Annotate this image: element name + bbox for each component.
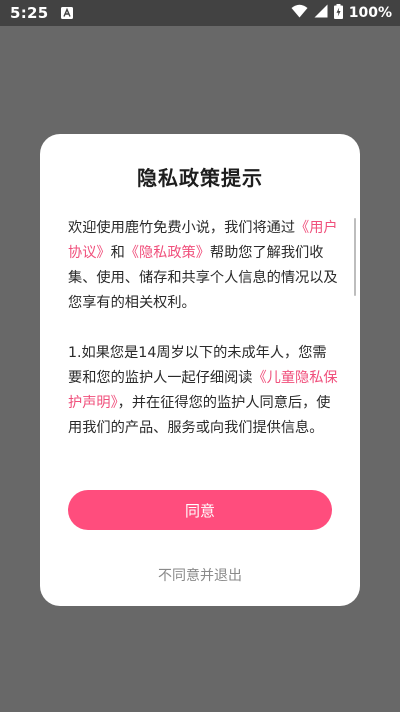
dialog-scrollbar[interactable] [354,218,356,296]
status-icons: 100% [291,3,392,23]
signal-icon [314,4,328,22]
wifi-icon [291,4,308,22]
agree-button[interactable]: 同意 [68,490,332,530]
battery-percent: 100% [348,5,392,21]
battery-charging-icon [333,3,343,23]
dialog-body[interactable]: 欢迎使用鹿竹免费小说，我们将通过《用户协议》和《隐私政策》帮助您了解我们收集、使… [68,216,338,472]
notification-a-icon [60,7,73,19]
paragraph-text: 和 [110,245,125,261]
status-time: 5:25 [10,4,49,22]
privacy-dialog: 隐私政策提示 欢迎使用鹿竹免费小说，我们将通过《用户协议》和《隐私政策》帮助您了… [40,134,360,606]
privacy-policy-link[interactable]: 《隐私政策》 [125,245,210,261]
privacy-paragraph-2: 1.如果您是14周岁以下的未成年人，您需要和您的监护人一起仔细阅读《儿童隐私保护… [68,341,338,441]
disagree-exit-button[interactable]: 不同意并退出 [40,565,360,585]
dialog-title: 隐私政策提示 [137,166,263,190]
paragraph-text: 欢迎使用鹿竹免费小说，我们将通过 [68,220,296,236]
privacy-paragraph-1: 欢迎使用鹿竹免费小说，我们将通过《用户协议》和《隐私政策》帮助您了解我们收集、使… [68,216,338,316]
status-bar: 5:25 100% [0,0,400,26]
